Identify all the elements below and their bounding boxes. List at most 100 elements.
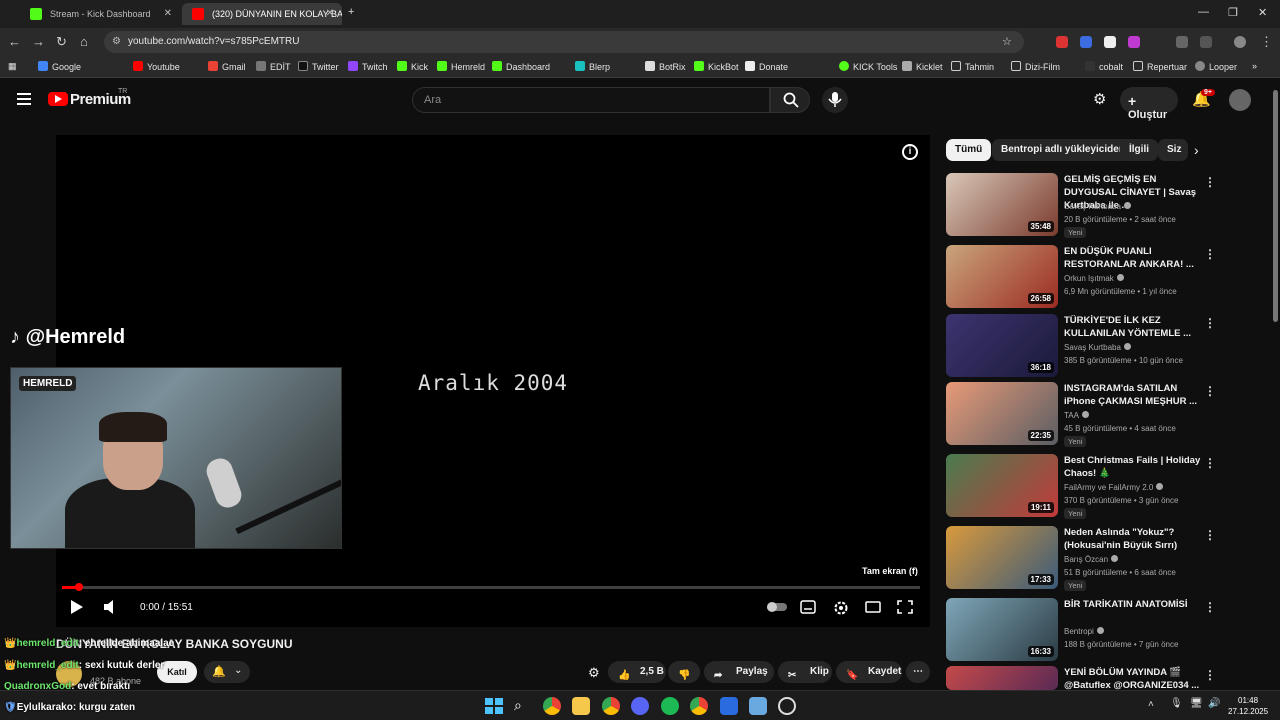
hamburger-menu-icon[interactable] xyxy=(17,93,31,105)
bookmark-twitter[interactable]: Twitter xyxy=(298,61,339,72)
bookmark-gmail[interactable]: Gmail xyxy=(208,61,246,72)
bookmark-edit[interactable]: EDİT xyxy=(256,61,291,72)
video-thumbnail[interactable]: 35:48 xyxy=(946,173,1058,236)
video-title[interactable]: Neden Aslında "Yokuz"? (Hokusai'nin Büyü… xyxy=(1064,526,1202,552)
channel-name[interactable]: Savaş Kurtbaba xyxy=(1064,202,1131,211)
bookmark-kicklet[interactable]: Kicklet xyxy=(902,61,943,72)
extension-icon[interactable] xyxy=(1056,36,1068,48)
tray-microphone-icon[interactable]: 🎙 xyxy=(1170,698,1183,709)
app-icon[interactable] xyxy=(720,697,738,715)
recommended-video[interactable]: 19:11 Best Christmas Fails | Holiday Chao… xyxy=(946,454,1236,519)
extension-icon[interactable] xyxy=(1080,36,1092,48)
restore-icon[interactable]: ❐ xyxy=(1228,6,1238,19)
bookmark-hemreld[interactable]: Hemreld xyxy=(437,61,485,72)
chip-all[interactable]: Tümü xyxy=(946,139,992,161)
spotify-icon[interactable] xyxy=(661,697,679,715)
close-window-icon[interactable]: ✕ xyxy=(1258,6,1267,19)
bookmarks-overflow-icon[interactable]: » xyxy=(1252,61,1257,71)
tray-chevron-up-icon[interactable]: ˄ xyxy=(1148,699,1154,710)
bookmark-blerp[interactable]: Blerp xyxy=(575,61,610,72)
theater-mode-button[interactable] xyxy=(865,600,881,614)
system-clock[interactable]: 01:48 27.12.2025 xyxy=(1228,695,1268,717)
apps-grid-icon[interactable]: ▦ xyxy=(8,61,17,72)
search-icon[interactable]: ⌕ xyxy=(514,697,532,715)
channel-name[interactable]: FailArmy ve FailArmy 2.0 xyxy=(1064,483,1164,492)
video-title[interactable]: TÜRKİYE'DE İLK KEZ KULLANILAN YÖNTEMLE .… xyxy=(1064,314,1202,340)
account-avatar[interactable] xyxy=(1229,89,1251,111)
bookmark-botrix[interactable]: BotRix xyxy=(645,61,686,72)
save-button[interactable]: 🔖 Kaydet xyxy=(836,661,902,683)
sidepanel-icon[interactable] xyxy=(1200,36,1212,48)
voice-search-button[interactable] xyxy=(822,87,848,113)
like-button[interactable]: 👍 2,5 B xyxy=(608,661,666,683)
recommended-video[interactable]: 22:35 INSTAGRAM'da SATILAN iPhone ÇAKMASI… xyxy=(946,382,1236,447)
bookmark-twitch[interactable]: Twitch xyxy=(348,61,388,72)
video-title[interactable]: Best Christmas Fails | Holiday Chaos! 🎄 xyxy=(1064,454,1202,480)
more-vertical-icon[interactable]: ⋮ xyxy=(1204,600,1216,614)
app-icon[interactable] xyxy=(749,697,767,715)
browser-menu-icon[interactable]: ⋮ xyxy=(1260,34,1273,50)
bookmark-kick[interactable]: Kick xyxy=(397,61,428,72)
chip-related[interactable]: İlgili xyxy=(1120,139,1158,161)
close-tab-icon[interactable]: ✕ xyxy=(326,8,334,19)
profile-avatar-icon[interactable] xyxy=(1234,36,1246,48)
recommended-video[interactable]: 26:58 EN DÜŞÜK PUANLI RESTORANLAR ANKARA!… xyxy=(946,245,1236,309)
bookmark-kickbot[interactable]: KickBot xyxy=(694,61,739,72)
channel-name[interactable]: Bentropi xyxy=(1064,627,1104,636)
video-thumbnail[interactable]: 16:33 xyxy=(946,598,1058,661)
bookmark-folder-repertuar[interactable]: Repertuar xyxy=(1133,61,1187,72)
share-button[interactable]: ➦ Paylaş xyxy=(704,661,774,683)
file-explorer-icon[interactable] xyxy=(572,697,590,715)
recommended-video[interactable]: 35:48 GELMİŞ GEÇMİŞ EN DUYGUSAL CİNAYET |… xyxy=(946,173,1236,238)
video-thumbnail[interactable]: 36:18 xyxy=(946,314,1058,377)
video-thumbnail[interactable]: 26:58 xyxy=(946,245,1058,308)
channel-name[interactable]: TAA xyxy=(1064,411,1089,420)
video-title[interactable]: BİR TARİKATIN ANATOMİSİ xyxy=(1064,598,1202,611)
more-actions-button[interactable]: ⋯ xyxy=(906,661,930,683)
start-windows-icon[interactable] xyxy=(484,697,503,715)
bookmark-folder-tahmin[interactable]: Tahmin xyxy=(951,61,994,72)
extension-puzzle-icon[interactable]: ⚙ xyxy=(588,665,600,681)
page-scrollbar[interactable] xyxy=(1272,80,1280,690)
volume-button[interactable] xyxy=(103,600,119,614)
back-icon[interactable]: ← xyxy=(8,34,21,49)
bookmark-folder-dizi-film[interactable]: Dizi-Film xyxy=(1011,61,1060,72)
extensions-puzzle-icon[interactable] xyxy=(1176,36,1188,48)
info-icon[interactable]: i xyxy=(902,144,918,160)
tray-volume-icon[interactable]: 🔊 xyxy=(1208,698,1220,709)
tray-network-icon[interactable]: 🖥 xyxy=(1190,698,1203,709)
minimize-icon[interactable]: — xyxy=(1198,6,1209,18)
youtube-logo-icon[interactable] xyxy=(48,92,68,106)
recommended-video[interactable]: 36:18 TÜRKİYE'DE İLK KEZ KULLANILAN YÖNTE… xyxy=(946,314,1236,378)
clip-button[interactable]: ✂ Klip xyxy=(778,661,832,683)
create-button[interactable]: + Oluştur xyxy=(1120,87,1178,121)
channel-name[interactable]: Barış Özcan xyxy=(1064,555,1119,564)
home-icon[interactable]: ⌂ xyxy=(80,34,88,49)
chrome-icon[interactable] xyxy=(543,697,561,715)
bookmark-looper[interactable]: Looper xyxy=(1195,61,1237,72)
progress-bar[interactable] xyxy=(62,583,920,591)
video-thumbnail[interactable]: 17:33 xyxy=(946,526,1058,589)
more-vertical-icon[interactable]: ⋮ xyxy=(1204,456,1216,470)
recommended-video[interactable]: 17:33 Neden Aslında "Yokuz"? (Hokusai'nin… xyxy=(946,526,1236,591)
more-vertical-icon[interactable]: ⋮ xyxy=(1204,668,1216,682)
extension-icon[interactable] xyxy=(1128,36,1140,48)
play-button[interactable] xyxy=(69,599,85,615)
forward-icon[interactable]: → xyxy=(32,34,45,49)
reload-icon[interactable]: ↻ xyxy=(56,34,67,50)
channel-name[interactable]: Orkun Işıtmak xyxy=(1064,274,1124,283)
more-vertical-icon[interactable]: ⋮ xyxy=(1204,175,1216,189)
channel-name[interactable]: Savaş Kurtbaba xyxy=(1064,343,1131,352)
recommended-video[interactable]: YENİ BÖLÜM YAYINDA 🎬 @Batuflex @ORGANIZE… xyxy=(946,666,1236,692)
search-button[interactable] xyxy=(770,87,810,113)
tab-youtube-video[interactable]: (320) DÜNYANIN EN KOLAY BA ✕ xyxy=(182,3,342,25)
extension-puzzle-icon[interactable]: ⚙ xyxy=(1093,90,1106,108)
subscription-bell-button[interactable]: 🔔 ⌄ xyxy=(204,661,250,683)
chrome-icon[interactable] xyxy=(690,697,708,715)
extension-icon[interactable] xyxy=(1104,36,1116,48)
search-input[interactable]: Ara xyxy=(412,87,770,113)
video-title[interactable]: YENİ BÖLÜM YAYINDA 🎬 @Batuflex @ORGANIZE… xyxy=(1064,666,1202,692)
chevron-right-icon[interactable]: › xyxy=(1194,142,1199,158)
video-title[interactable]: EN DÜŞÜK PUANLI RESTORANLAR ANKARA! ... xyxy=(1064,245,1202,271)
recommended-video[interactable]: 16:33 BİR TARİKATIN ANATOMİSİ Bentropi 188 … xyxy=(946,598,1236,662)
